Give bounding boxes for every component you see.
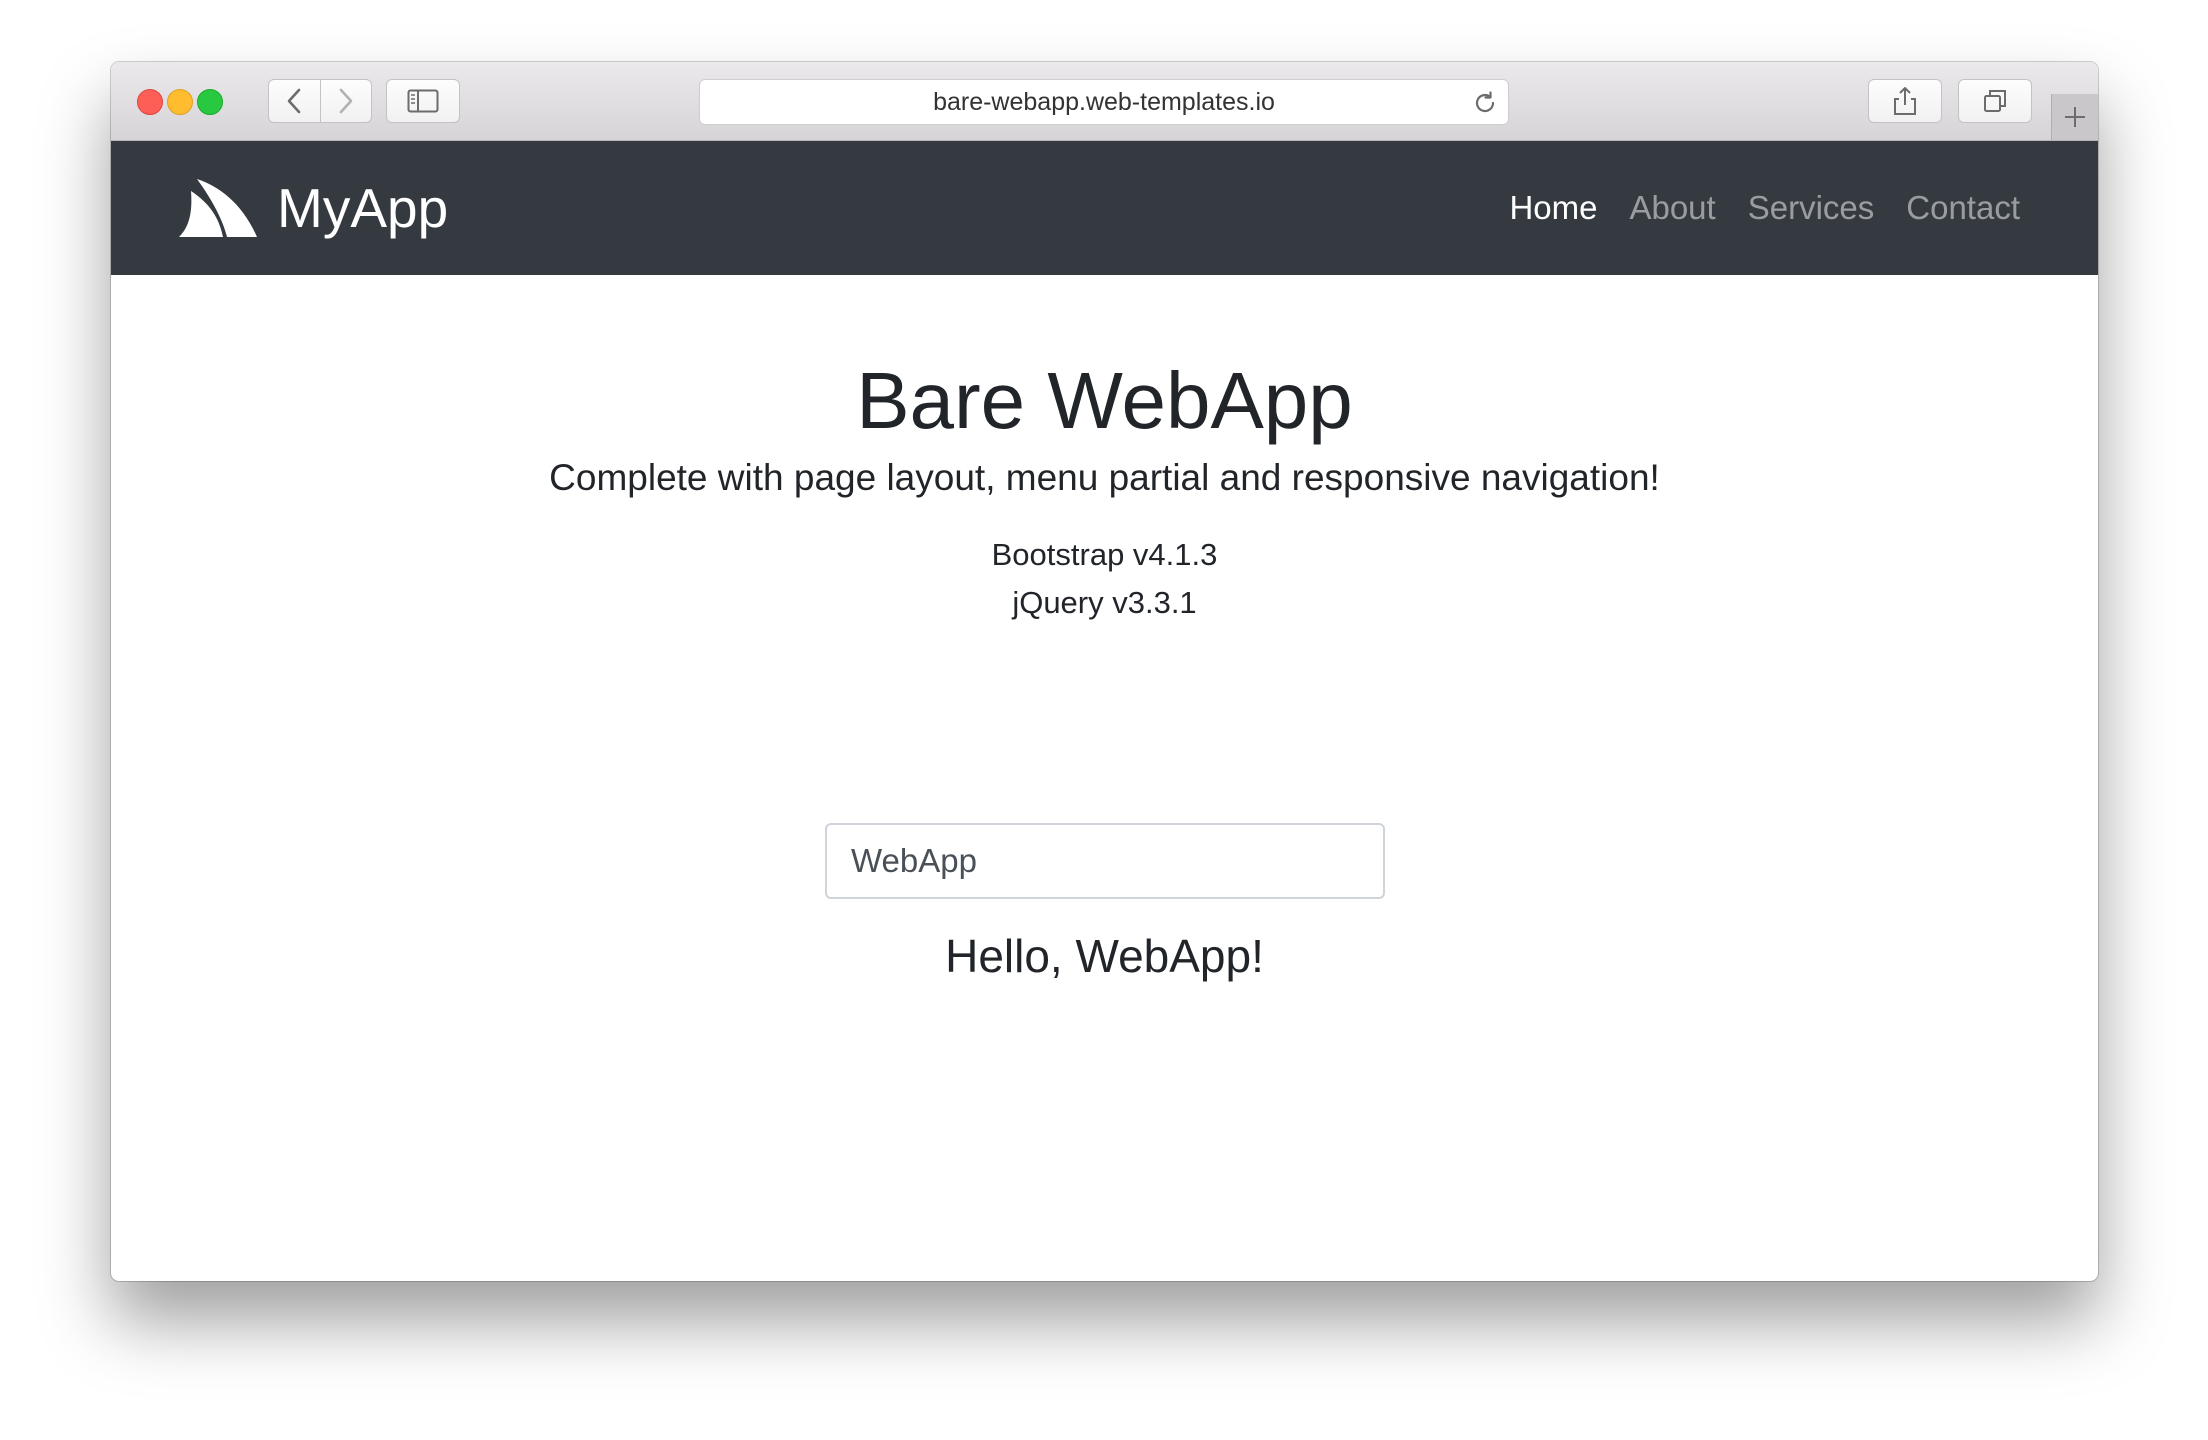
nav-link-home[interactable]: Home [1509,189,1597,227]
navbar-links: Home About Services Contact [1509,141,2020,275]
share-button[interactable] [1868,79,1942,123]
sidebar-toggle-button[interactable] [386,79,460,123]
shark-fin-logo-icon [179,179,257,237]
navbar-brand[interactable]: MyApp [177,141,448,275]
history-nav-group [268,79,372,123]
chevron-right-icon [339,88,353,114]
plus-icon [2065,107,2085,127]
browser-window: bare-webapp.web-templates.io MyApp Home … [111,62,2098,1281]
new-tab-button[interactable] [2051,94,2098,140]
page-title: Bare WebApp [856,356,1353,445]
address-bar[interactable]: bare-webapp.web-templates.io [699,79,1509,125]
close-window-button[interactable] [137,89,163,115]
reload-icon[interactable] [1472,90,1498,116]
nav-link-contact[interactable]: Contact [1906,189,2020,227]
browser-toolbar: bare-webapp.web-templates.io [111,62,2098,141]
nav-link-services[interactable]: Services [1748,189,1875,227]
zoom-window-button[interactable] [197,89,223,115]
page-content: Bare WebApp Complete with page layout, m… [111,275,2098,1281]
nav-link-about[interactable]: About [1629,189,1715,227]
screenshot-stage: bare-webapp.web-templates.io MyApp Home … [0,0,2208,1440]
brand-name: MyApp [277,177,449,239]
share-icon [1894,87,1916,115]
chevron-left-icon [287,88,301,114]
address-url: bare-webapp.web-templates.io [933,88,1275,116]
name-input[interactable] [825,823,1385,899]
greeting-text: Hello, WebApp! [945,930,1264,982]
show-tabs-button[interactable] [1958,79,2032,123]
minimize-window-button[interactable] [167,89,193,115]
bootstrap-version: Bootstrap v4.1.3 [991,537,1218,572]
sidebar-icon [407,89,439,113]
back-button[interactable] [269,80,320,122]
tabs-overview-icon [1984,90,2006,112]
page-lead: Complete with page layout, menu partial … [549,457,1660,498]
forward-button[interactable] [319,80,372,122]
app-navbar: MyApp Home About Services Contact [111,141,2098,275]
jquery-version: jQuery v3.3.1 [1012,585,1197,620]
